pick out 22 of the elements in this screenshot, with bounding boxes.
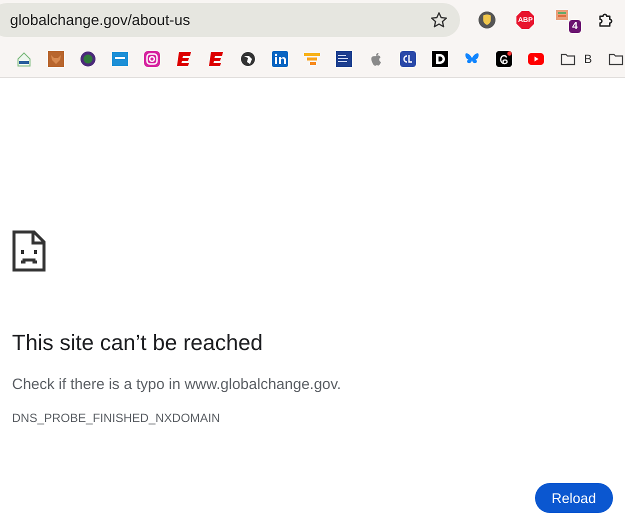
count-badge: 4 xyxy=(569,20,581,33)
house-icon[interactable] xyxy=(16,50,32,66)
star-icon[interactable] xyxy=(430,11,448,29)
stripe-icon[interactable] xyxy=(208,50,224,66)
address-bar[interactable]: globalchange.gov/about-us xyxy=(0,3,460,37)
square-icon[interactable] xyxy=(432,50,448,66)
error-code: DNS_PROBE_FINISHED_NXDOMAIN xyxy=(12,411,222,425)
sad-page-icon xyxy=(12,230,46,272)
error-heading: This site can’t be reached xyxy=(12,330,264,356)
card-icon[interactable] xyxy=(112,50,128,66)
shield-icon[interactable] xyxy=(478,11,496,29)
swirl-icon[interactable] xyxy=(496,50,512,66)
square-icon[interactable] xyxy=(400,50,416,66)
error-message: Check if there is a typo in www.globalchange.gov. xyxy=(12,376,342,393)
reload-button[interactable]: Reload xyxy=(534,483,613,513)
camera-icon[interactable] xyxy=(144,50,160,66)
bookmark-folder-label[interactable]: B xyxy=(584,52,592,66)
square-icon[interactable] xyxy=(336,50,352,66)
play-icon[interactable] xyxy=(528,50,544,66)
url-text: globalchange.gov/about-us xyxy=(10,12,190,28)
stripe-icon[interactable] xyxy=(176,50,192,66)
puzzle-icon[interactable] xyxy=(596,11,615,29)
